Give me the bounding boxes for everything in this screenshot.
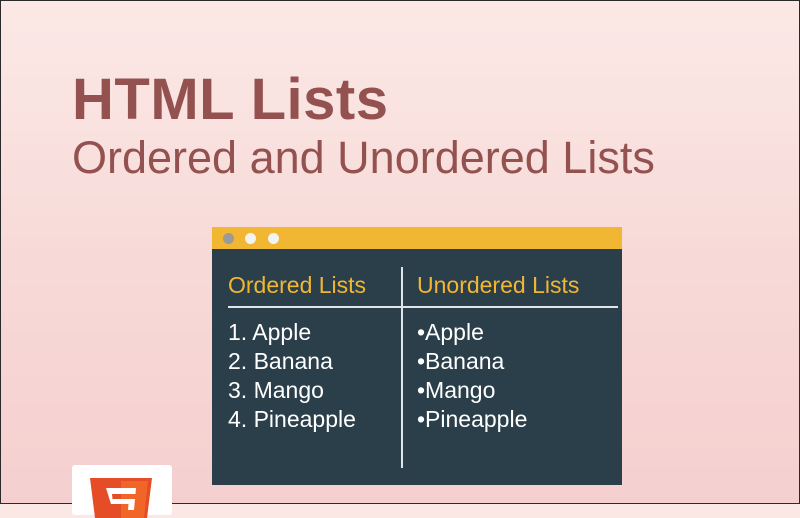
page-subtitle: Ordered and Unordered Lists (72, 132, 655, 183)
list-item: 2. Banana (228, 348, 333, 374)
window-dot-icon (245, 233, 256, 244)
table-header-divider (228, 306, 618, 308)
list-item: 4. Pineapple (228, 406, 356, 432)
html5-shield-icon (90, 478, 152, 518)
table-column-divider (401, 267, 403, 468)
window-title-bar (212, 227, 622, 249)
unordered-list: •Apple •Banana •Mango •Pineapple (417, 318, 527, 434)
unordered-lists-header: Unordered Lists (417, 272, 580, 298)
list-item: •Apple (417, 319, 484, 345)
ordered-list: 1. Apple 2. Banana 3. Mango 4. Pineapple (228, 318, 356, 434)
list-item: •Pineapple (417, 406, 528, 432)
list-item: 1. Apple (228, 319, 312, 345)
window-dot-icon (268, 233, 279, 244)
window-dot-icon (223, 233, 234, 244)
list-item: 3. Mango (228, 377, 324, 403)
page-title: HTML Lists (72, 67, 389, 132)
html5-logo-badge (72, 465, 172, 518)
browser-window-illustration: Ordered Lists Unordered Lists 1. Apple 2… (212, 227, 622, 485)
ordered-lists-header: Ordered Lists (228, 272, 367, 298)
list-item: •Mango (417, 377, 496, 403)
list-item: •Banana (417, 348, 505, 374)
